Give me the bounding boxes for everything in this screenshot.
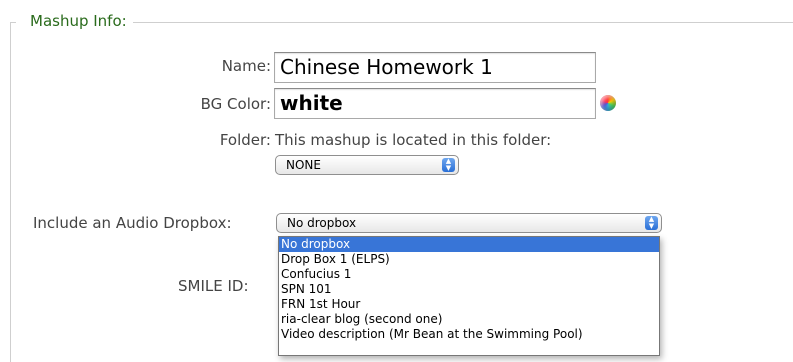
name-label: Name:: [221, 57, 271, 75]
audio-dropbox-select[interactable]: No dropbox ▲ ▼: [276, 213, 662, 233]
dropdown-option[interactable]: SPN 101: [279, 282, 659, 297]
audio-dropbox-options-list[interactable]: No dropbox Drop Box 1 (ELPS) Confucius 1…: [278, 236, 660, 356]
audio-dropbox-label: Include an Audio Dropbox:: [33, 214, 232, 232]
bg-color-input[interactable]: white: [274, 88, 596, 119]
folder-select-value: NONE: [286, 158, 321, 172]
dropdown-option[interactable]: Video description (Mr Bean at the Swimmi…: [279, 327, 659, 342]
dropdown-option[interactable]: No dropbox: [279, 237, 659, 252]
dropdown-option[interactable]: FRN 1st Hour: [279, 297, 659, 312]
bg-color-label: BG Color:: [200, 95, 271, 113]
dropdown-option[interactable]: Confucius 1: [279, 267, 659, 282]
mashup-info-legend: Mashup Info:: [16, 11, 133, 31]
folder-select[interactable]: NONE ▲ ▼: [275, 155, 459, 175]
select-arrows-icon: ▲ ▼: [645, 216, 658, 230]
folder-description: This mashup is located in this folder:: [275, 131, 552, 149]
name-input[interactable]: Chinese Homework 1: [274, 52, 596, 83]
select-arrows-icon: ▲ ▼: [442, 158, 455, 172]
audio-dropbox-select-value: No dropbox: [287, 216, 357, 230]
color-picker-icon[interactable]: [600, 95, 616, 111]
folder-label: Folder:: [219, 131, 271, 149]
smile-id-label: SMILE ID:: [178, 277, 249, 295]
dropdown-option[interactable]: ria-clear blog (second one): [279, 312, 659, 327]
dropdown-option[interactable]: Drop Box 1 (ELPS): [279, 252, 659, 267]
